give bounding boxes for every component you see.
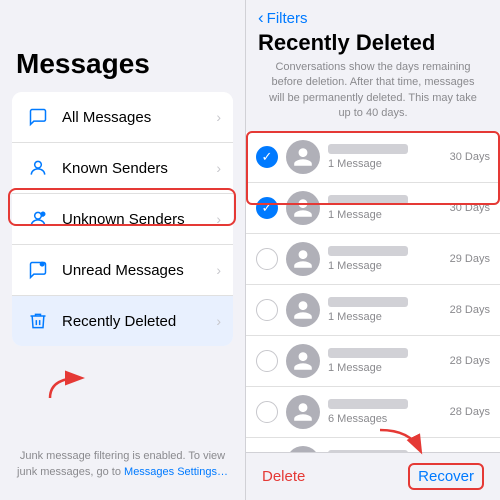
menu-item-deleted[interactable]: Recently Deleted › [12,296,233,346]
message-count-2: 1 Message [328,260,446,272]
delete-button[interactable]: Delete [262,468,305,485]
message-item[interactable]: ✓ 1 Message 30 Days [246,132,500,183]
check-circle-1[interactable]: ✓ [256,197,278,219]
message-count-5: 6 Messages [328,413,446,425]
check-circle-5[interactable] [256,401,278,423]
message-info-5: 6 Messages [328,399,446,425]
message-icon [24,103,52,131]
message-info-1: 1 Message [328,195,446,221]
back-button[interactable]: ‹ Filters [258,8,488,28]
name-bar-0 [328,144,408,154]
menu-label-deleted: Recently Deleted [62,313,216,330]
right-header: ‹ Filters Recently Deleted Conversations… [246,0,500,132]
footer-text: Junk message filtering is enabled. To vi… [12,449,233,480]
message-info-6: 1 Message [328,450,446,452]
menu-item-unread[interactable]: Unread Messages › [12,245,233,296]
footer-link[interactable]: Messages Settings… [124,466,228,478]
right-title: Recently Deleted [258,30,488,56]
avatar-2 [286,242,320,276]
avatar-1 [286,191,320,225]
menu-item-known[interactable]: Known Senders › [12,143,233,194]
message-count-1: 1 Message [328,209,446,221]
left-title: Messages [0,0,245,92]
message-item[interactable]: 1 Message 29 Days [246,234,500,285]
avatar-6 [286,446,320,452]
chevron-icon: › [216,160,221,176]
message-info-2: 1 Message [328,246,446,272]
name-bar-2 [328,246,408,256]
message-days-3: 28 Days [450,304,490,316]
check-circle-0[interactable]: ✓ [256,146,278,168]
right-footer: Delete Recover [246,452,500,500]
message-info-0: 1 Message [328,144,446,170]
back-label: Filters [267,10,308,27]
message-count-4: 1 Message [328,362,446,374]
right-panel: ‹ Filters Recently Deleted Conversations… [245,0,500,500]
message-item[interactable]: 6 Messages 28 Days [246,387,500,438]
person-question-icon: ? [24,205,52,233]
trash-icon [24,307,52,335]
message-item[interactable]: 1 Message 28 Days [246,336,500,387]
menu-item-unknown[interactable]: ? Unknown Senders › [12,194,233,245]
chevron-icon: › [216,109,221,125]
check-circle-3[interactable] [256,299,278,321]
menu-label-unread: Unread Messages [62,262,216,279]
name-bar-3 [328,297,408,307]
right-subtitle: Conversations show the days remaining be… [258,60,488,122]
message-days-1: 30 Days [450,202,490,214]
chevron-icon: › [216,211,221,227]
menu-label-all: All Messages [62,109,216,126]
message-days-5: 28 Days [450,406,490,418]
avatar-3 [286,293,320,327]
message-days-4: 28 Days [450,355,490,367]
message-item[interactable]: 1 Message 28 Days [246,285,500,336]
arrow-icon [40,370,90,405]
avatar-4 [286,344,320,378]
chevron-icon: › [216,262,221,278]
recover-button[interactable]: Recover [408,463,484,490]
menu-label-unknown: Unknown Senders [62,211,216,228]
avatar-0 [286,140,320,174]
message-count-0: 1 Message [328,158,446,170]
name-bar-6 [328,450,408,452]
back-chevron-icon: ‹ [258,8,264,28]
menu-list: All Messages › Known Senders › ? [12,92,233,346]
check-circle-2[interactable] [256,248,278,270]
menu-label-known: Known Senders [62,160,216,177]
svg-text:?: ? [42,212,45,217]
message-list: ✓ 1 Message 30 Days ✓ 1 Message 30 Days [246,132,500,452]
message-item[interactable]: ✓ 1 Message 30 Days [246,183,500,234]
chevron-icon: › [216,313,221,329]
message-count-3: 1 Message [328,311,446,323]
check-circle-4[interactable] [256,350,278,372]
avatar-5 [286,395,320,429]
person-check-icon [24,154,52,182]
name-bar-5 [328,399,408,409]
message-unread-icon [24,256,52,284]
message-info-4: 1 Message [328,348,446,374]
left-panel: Messages All Messages › Known Senders › [0,0,245,500]
message-info-3: 1 Message [328,297,446,323]
message-item[interactable]: 1 Message 28 Days [246,438,500,452]
menu-item-all[interactable]: All Messages › [12,92,233,143]
message-days-0: 30 Days [450,151,490,163]
name-bar-1 [328,195,408,205]
name-bar-4 [328,348,408,358]
message-days-2: 29 Days [450,253,490,265]
